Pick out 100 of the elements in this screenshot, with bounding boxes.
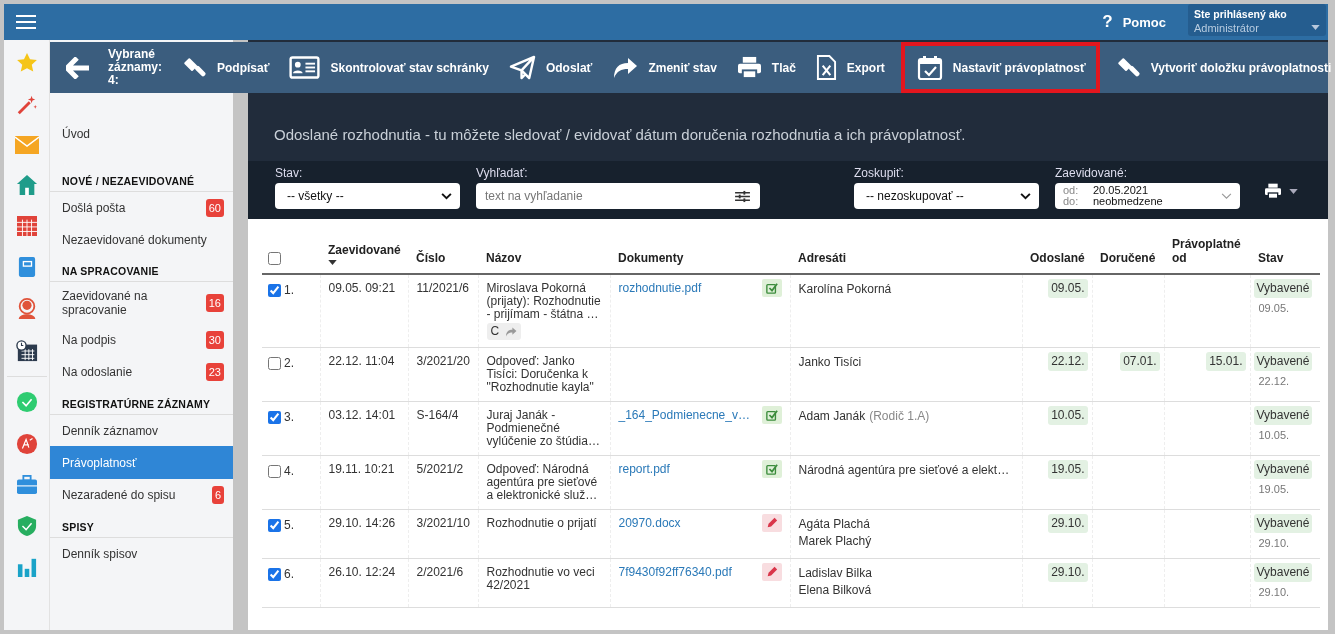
printer-icon [736, 56, 762, 79]
sent-date: 29.10. [1048, 514, 1088, 533]
user-menu[interactable]: Ste prihlásený ako Administrátor [1188, 4, 1326, 36]
to-date: neobmedzene [1093, 196, 1163, 207]
sidebar-item[interactable]: Došlá pošta 60 [50, 192, 233, 224]
search-field[interactable]: text na vyhľadanie [476, 183, 760, 209]
status-label: Vybavené [1253, 563, 1313, 582]
sidebar-item[interactable]: Právoplatnosť [50, 446, 233, 479]
print-button[interactable] [1264, 183, 1298, 199]
toolbar-button[interactable]: Tlač [736, 42, 796, 93]
row-checkbox[interactable] [268, 284, 281, 297]
document-link[interactable]: _164_Podmienecne_v… [618, 409, 750, 422]
row-checkbox[interactable] [268, 357, 281, 370]
registered-date: 22.12. 11:04 [328, 354, 395, 368]
column-header[interactable]: Odoslané [1030, 251, 1084, 265]
sidebar-item[interactable]: Denník záznamov [50, 415, 233, 446]
back-arrow-icon[interactable] [66, 56, 90, 79]
shield-check-icon[interactable] [16, 515, 37, 537]
menu-icon[interactable] [16, 14, 36, 30]
record-title: Rozhodnutie o prijatí [486, 517, 598, 530]
row-number: 3. [284, 410, 294, 424]
toolbar-button[interactable]: Nastaviť právoplatnosť [900, 42, 1100, 93]
sidebar-item[interactable]: Zaevidované na spracovanie 16 [50, 282, 233, 324]
column-header[interactable]: Právoplatné od [1172, 237, 1242, 265]
delivered-date: 07.01. [1120, 352, 1160, 371]
sent-date: 10.05. [1048, 406, 1088, 425]
row-checkbox[interactable] [268, 519, 281, 532]
sidebar-item[interactable]: Na odoslanie 23 [50, 356, 233, 388]
sidebar-item[interactable]: Úvod [50, 118, 233, 149]
document-link[interactable]: 20970.docx [618, 517, 681, 530]
sidebar-item-label: Denník záznamov [62, 423, 160, 438]
calendar-clock-icon[interactable] [15, 340, 38, 362]
document-link[interactable]: rozhodnutie.pdf [618, 282, 702, 295]
bar-chart-icon[interactable] [16, 557, 37, 577]
sidebar-item-label: Na odoslanie [62, 365, 134, 379]
sidebar-item[interactable]: Denník spisov [50, 538, 233, 569]
house-icon[interactable] [15, 174, 38, 196]
magic-wand-icon[interactable] [15, 94, 38, 116]
date-range-field[interactable]: od: 20.05.2021 do: neobmedzene [1055, 183, 1240, 209]
record-number: 3/2021/20 [416, 354, 470, 368]
recipient-name: Janko Tisíci [798, 354, 863, 371]
recipient-name: Elena Bilková [798, 582, 873, 599]
registered-date: 19.11. 10:21 [328, 462, 395, 476]
briefcase-icon[interactable] [15, 475, 38, 495]
document-link[interactable]: report.pdf [618, 463, 670, 476]
spreadsheet-file-icon [815, 55, 837, 80]
star-icon[interactable] [15, 52, 38, 74]
sent-date: 22.12. [1048, 352, 1088, 371]
toolbar-button[interactable]: Skontrolovať stav schránky [289, 42, 489, 93]
notebook-icon[interactable] [17, 256, 36, 278]
sidebar-item-label: Došlá pošta [62, 201, 127, 215]
count-badge: 60 [205, 199, 224, 217]
document-link[interactable]: 7f9430f92ff76340.pdf [618, 566, 732, 579]
column-header[interactable]: Doručené [1100, 251, 1156, 265]
column-header[interactable]: Číslo [416, 251, 470, 265]
toolbar-button[interactable]: Export [815, 42, 885, 93]
page-subtitle: Odoslané rozhodnutia - tu môžete sledovať / evidovať dátum doručenia rozhodnutia a ich právoplatnosť. [274, 126, 967, 143]
toolbar-button[interactable]: Zmeniť stav [612, 42, 717, 93]
toolbar-button[interactable]: Podpísať [182, 42, 270, 93]
check-circle-icon[interactable] [15, 391, 38, 413]
row-checkbox[interactable] [268, 411, 281, 424]
record-title: Juraj Janák - Podmienečné vylúčenie zo štúdia… [486, 409, 601, 448]
column-header[interactable]: Zaevidované [328, 243, 400, 257]
dropdown[interactable]: -- nezoskupovať -- [854, 183, 1039, 209]
row-checkbox[interactable] [268, 465, 281, 478]
tag-chip: C [486, 323, 522, 340]
toolbar-button[interactable]: Odoslať [508, 42, 593, 93]
column-header[interactable]: Adresáti [798, 251, 1014, 265]
row-number: 6. [284, 567, 294, 581]
column-header[interactable]: Názov [486, 251, 602, 265]
sliders-icon[interactable] [735, 190, 750, 203]
caret-icon [1311, 25, 1320, 30]
signature-circle-icon[interactable] [15, 433, 38, 455]
column-header[interactable]: Stav [1258, 251, 1312, 265]
sidebar-item-label: Zaevidované na spracovanie [62, 289, 149, 317]
status-label: Vybavené [1253, 406, 1313, 425]
sidebar-item-label: Na podpis [62, 333, 118, 347]
calendar-grid-icon[interactable] [16, 216, 37, 236]
record-title: Odpoveď: Národná agentúra pre sieťové a elektronické služ… [486, 463, 599, 502]
filter-label: Stav: [275, 166, 304, 180]
select-all-checkbox[interactable] [268, 252, 281, 265]
record-number: 5/2021/2 [416, 462, 464, 476]
row-number: 2. [284, 356, 294, 370]
effective-date: 15.01. [1206, 352, 1246, 371]
column-header[interactable]: Dokumenty [618, 251, 782, 265]
record-number: 11/2021/6 [416, 281, 469, 295]
registered-date: 29.10. 14:26 [328, 516, 396, 530]
status-label: Vybavené [1253, 514, 1313, 533]
sidebar-item[interactable]: Nezaevidované dokumenty [50, 224, 233, 255]
count-badge: 23 [205, 363, 224, 381]
record-title: Miroslava Pokorná (prijaty): Rozhodnutie - prijímam - štátna … [486, 282, 602, 321]
filter-label: Zaevidované: [1055, 166, 1129, 180]
registered-date: 09.05. 09:21 [328, 281, 396, 295]
sidebar-item[interactable]: Na podpis 30 [50, 324, 233, 356]
row-checkbox[interactable] [268, 568, 281, 581]
help-link[interactable]: ? Pomoc [1102, 12, 1166, 32]
count-badge: 16 [205, 294, 224, 312]
sidebar-item[interactable]: Nezaradené do spisu 6 [50, 479, 233, 511]
dropdown[interactable]: -- všetky -- [275, 183, 460, 209]
status-date: 29.10. [1258, 586, 1291, 599]
